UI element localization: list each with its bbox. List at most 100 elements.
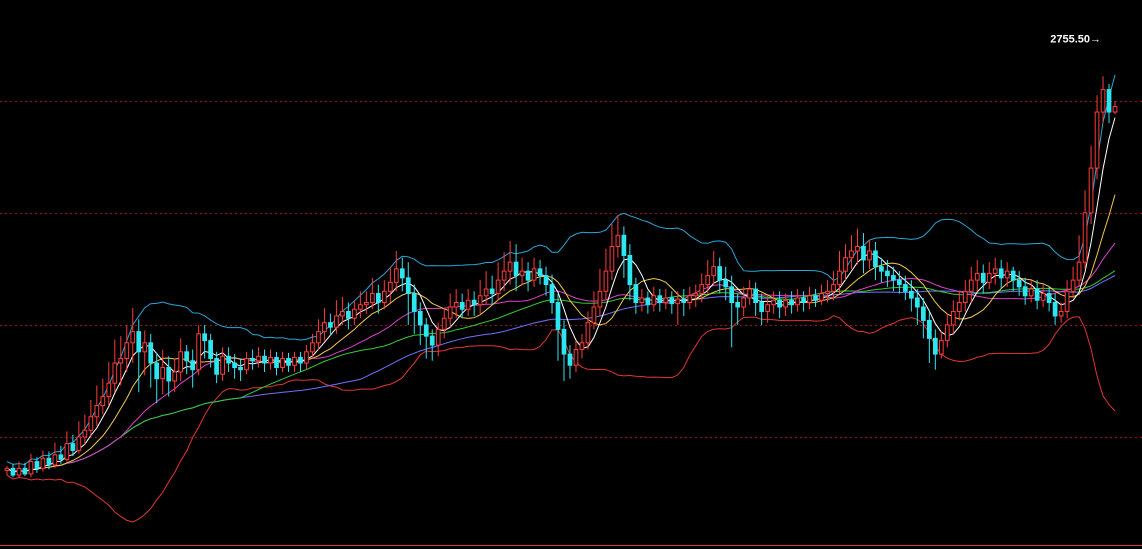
candle-body [920,306,926,321]
candle-body [178,351,184,373]
candle-body [873,250,878,268]
candle-body [998,268,1004,279]
candle-body [693,293,699,297]
candle-body [441,317,447,330]
candle-body [196,333,202,371]
candle-body [819,293,824,301]
candle-body [885,270,890,277]
candle-body [956,302,962,312]
candle-body [639,297,645,304]
candle-body [549,284,555,304]
candle-body [950,310,956,326]
candle-body [687,295,693,304]
candle-body [962,290,968,304]
candle-body [310,342,315,353]
candle-body [675,298,681,305]
candle-body [10,467,16,476]
candle-body [867,250,872,261]
candle-body [166,366,172,382]
candle-body [22,467,28,475]
candle-body [16,467,22,476]
candle-body [651,295,657,306]
candle-body [304,351,309,364]
candle-body [40,457,46,469]
candle-body [250,358,255,362]
candle-body [172,371,178,382]
candle-body [531,268,537,281]
candle-body [1010,270,1016,281]
candle-body [130,331,136,344]
candle-body [1076,261,1082,281]
candle-body [723,279,729,288]
candle-body [447,306,453,319]
candle-body [777,299,782,308]
candle-body [238,366,243,371]
candle-body [280,358,285,368]
candle-body [334,315,339,328]
candle-body [555,302,561,330]
candle-body [729,286,735,304]
candle-body [82,429,88,438]
candle-body [160,366,166,380]
candle-body [298,356,303,364]
candle-body [519,270,525,277]
price-annotation-label: 2755.50→ [1050,34,1101,46]
candle-body [1046,293,1052,304]
candle-body [932,337,938,355]
candle-body [525,270,531,281]
candle-body [358,304,363,310]
candle-body [753,288,759,304]
candle-body [471,299,477,306]
candle-body [64,443,70,460]
candle-body [1112,105,1118,113]
candle-body [1016,279,1022,288]
candle-body [849,250,854,259]
candle-body [711,266,717,277]
candle-body [1028,288,1034,297]
candle-body [405,277,411,295]
candle-body [1052,302,1058,317]
candle-body [771,299,776,306]
candle-body [938,340,944,355]
candle-body [46,457,52,466]
candle-body [879,266,884,272]
candle-body [387,281,393,292]
candle-body [256,355,261,362]
candle-body [346,310,351,319]
candle-body [262,355,267,364]
candle-body [316,331,321,344]
candle-body [28,461,34,475]
candle-body [1058,310,1064,317]
candle-body [843,257,848,272]
candle-body [369,293,375,304]
candle-body [429,335,435,346]
candle-body [142,342,148,353]
candle-body [735,302,741,308]
candle-body [423,324,429,337]
candle-body [537,268,543,277]
candle-body [759,302,764,312]
candle-body [1070,279,1076,292]
candle-body [681,298,687,304]
candle-body [220,355,225,375]
candle-body [1082,212,1088,263]
candle-body [100,396,106,407]
candle-body [292,356,297,366]
candle-body [106,382,112,398]
candle-body [268,356,273,364]
candle-body [70,443,76,451]
candle-body [202,333,207,342]
candle-body [579,342,585,351]
candle-body [765,304,770,312]
candle-body [148,342,154,364]
candle-body [58,454,64,460]
candle-body [375,293,381,304]
candle-body [411,293,417,312]
candle-body [897,279,902,286]
candle-body [507,261,513,272]
candle-body [567,353,573,366]
candle-body [214,358,219,375]
candle-body [352,308,357,319]
price-annotation: 2755.50→ [1050,34,1101,46]
candle-body [861,245,866,261]
